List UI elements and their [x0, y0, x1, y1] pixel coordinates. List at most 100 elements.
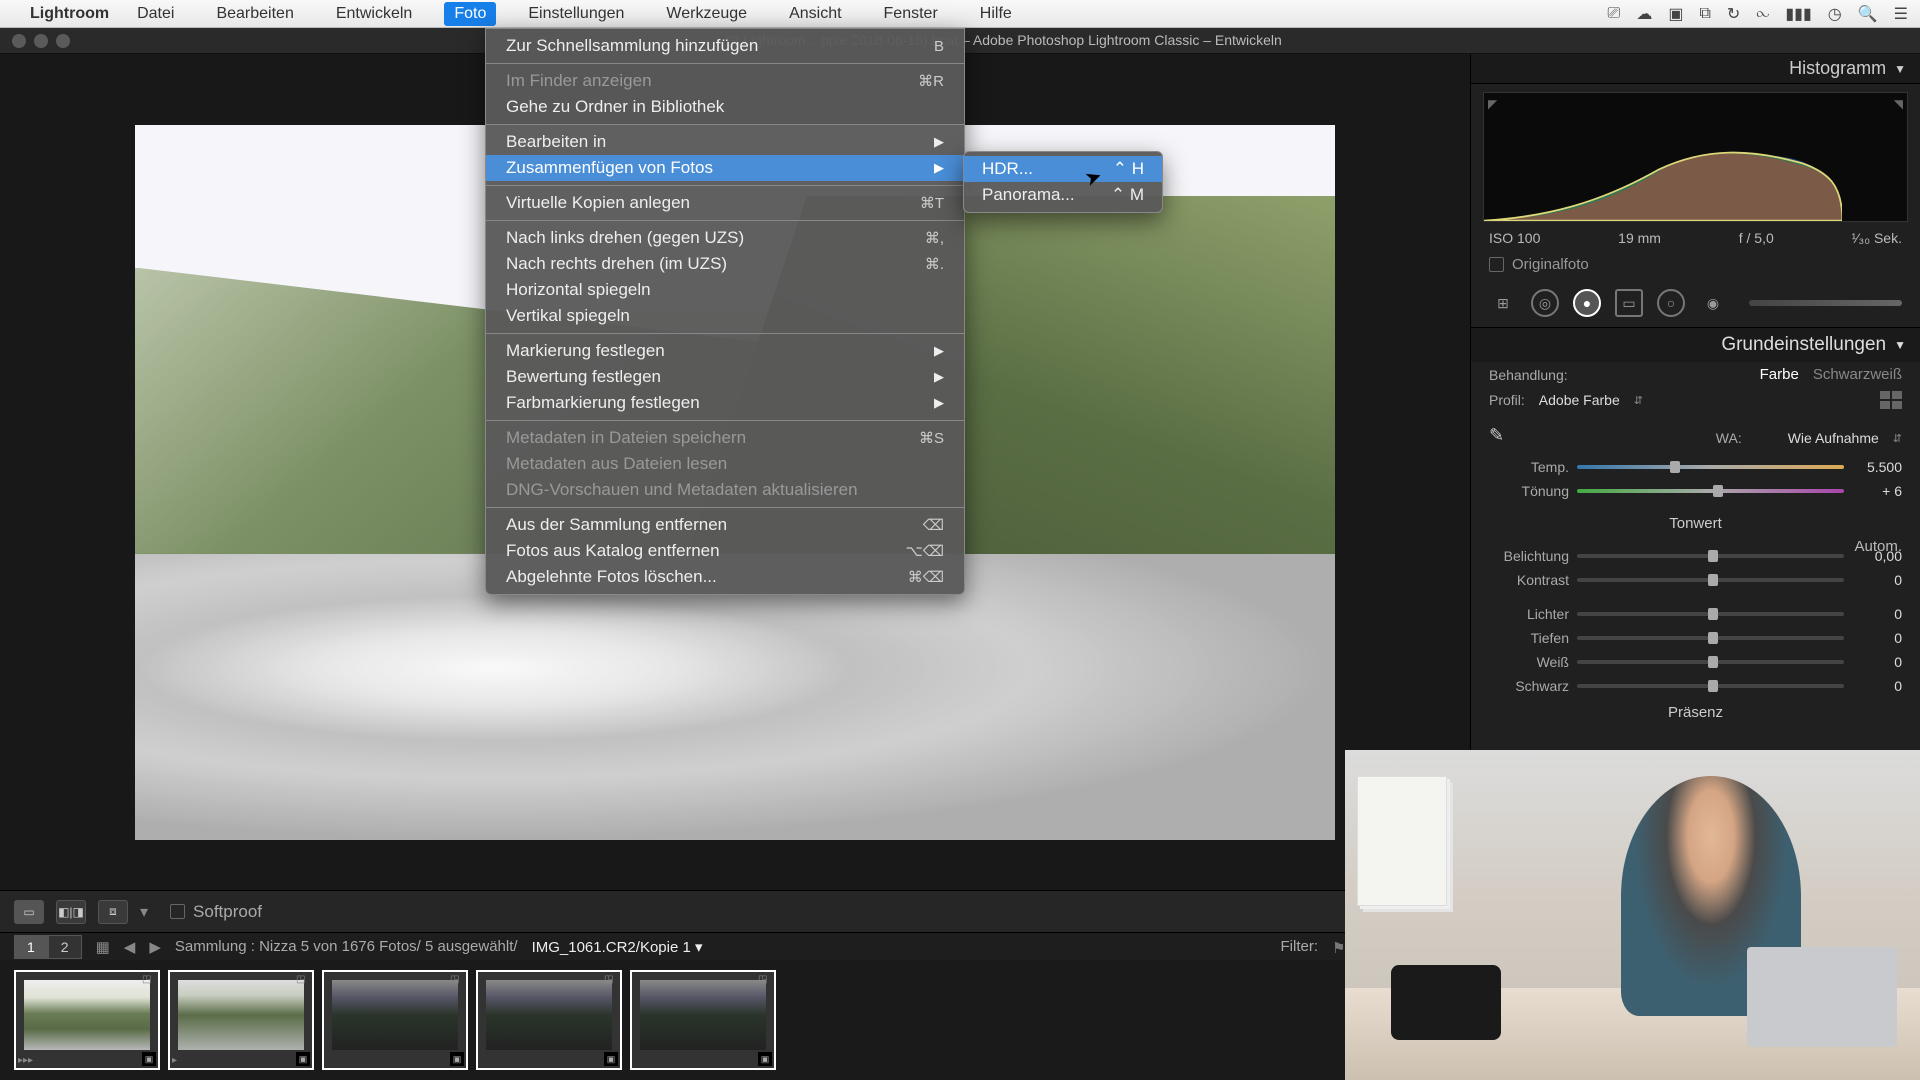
menu-datei[interactable]: Datei [127, 2, 184, 26]
mask-slider[interactable] [1749, 300, 1902, 306]
slider-value[interactable]: 0 [1852, 630, 1902, 646]
menu-entwickeln[interactable]: Entwickeln [326, 2, 422, 26]
tone-slider[interactable] [1577, 573, 1844, 587]
menu-werkzeuge[interactable]: Werkzeuge [656, 2, 757, 26]
thumbnail-5[interactable]: ◳▣ [630, 970, 776, 1070]
before-after-split-button[interactable]: ⧈ [98, 900, 128, 924]
current-file[interactable]: IMG_1061.CR2/Kopie 1 ▾ [532, 938, 703, 956]
grid-icon[interactable]: ▦ [96, 938, 110, 956]
monitor-2-tab[interactable]: 2 [48, 935, 82, 959]
histogram[interactable]: ◤ ◥ [1483, 92, 1908, 222]
menu-item[interactable]: Aus der Sammlung entfernen⌫ [486, 512, 964, 538]
tint-slider[interactable] [1577, 484, 1844, 498]
radial-tool[interactable]: ○ [1657, 289, 1685, 317]
menu-item[interactable]: Vertikal spiegeln [486, 303, 964, 329]
wb-value[interactable]: Wie Aufnahme [1788, 430, 1879, 446]
temp-label: Temp. [1489, 459, 1569, 475]
slider-value[interactable]: 0 [1852, 572, 1902, 588]
brush-tool[interactable]: ◉ [1699, 289, 1727, 317]
shadow-clip-icon[interactable]: ◤ [1488, 97, 1497, 111]
clock-icon[interactable]: ◷ [1828, 4, 1842, 24]
highlight-clip-icon[interactable]: ◥ [1894, 97, 1903, 111]
status-icon-2[interactable]: ▣ [1668, 4, 1683, 24]
spot-tool[interactable]: ◎ [1531, 289, 1559, 317]
menu-item[interactable]: Bewertung festlegen▶ [486, 364, 964, 390]
cc-icon[interactable]: ☁ [1636, 4, 1652, 24]
filmstrip[interactable]: ◳▣▸▸▸ ◳▣▸ ◳▣ ◳▣ ◳▣ [0, 960, 1470, 1080]
menu-item: Im Finder anzeigen⌘R [486, 68, 964, 94]
temp-value[interactable]: 5.500 [1852, 459, 1902, 475]
tint-value[interactable]: + 6 [1852, 483, 1902, 499]
slider-label: Tiefen [1489, 630, 1569, 646]
menu-item[interactable]: Bearbeiten in▶ [486, 129, 964, 155]
slider-value[interactable]: 0 [1852, 678, 1902, 694]
treatment-label: Behandlung: [1489, 367, 1568, 383]
histogram-title[interactable]: Histogramm [1789, 58, 1886, 79]
minimize-window-button[interactable] [34, 34, 48, 48]
menu-icon[interactable]: ☰ [1894, 4, 1908, 24]
menu-item[interactable]: Zur Schnellsammlung hinzufügenB [486, 33, 964, 59]
crop-tool[interactable]: ⊞ [1489, 289, 1517, 317]
exif-shutter: ¹⁄₃₀ Sek. [1852, 230, 1902, 246]
thumbnail-4[interactable]: ◳▣ [476, 970, 622, 1070]
submenu-item[interactable]: Panorama...⌃ M [964, 182, 1162, 208]
menu-item[interactable]: Markierung festlegen▶ [486, 338, 964, 364]
slider-label: Weiß [1489, 654, 1569, 670]
nav-back-icon[interactable]: ◀ [124, 938, 136, 956]
menu-item[interactable]: Nach links drehen (gegen UZS)⌘, [486, 225, 964, 251]
wifi-icon[interactable]: ⧜ [1756, 5, 1769, 23]
redeye-tool[interactable]: ● [1573, 289, 1601, 317]
treatment-color[interactable]: Farbe [1760, 366, 1799, 383]
close-window-button[interactable] [12, 34, 26, 48]
menu-hilfe[interactable]: Hilfe [970, 2, 1022, 26]
tool-strip: ⊞ ◎ ● ▭ ○ ◉ [1471, 279, 1920, 328]
monitor-1-tab[interactable]: 1 [14, 935, 48, 959]
tone-slider[interactable] [1577, 679, 1844, 693]
menu-item[interactable]: Horizontal spiegeln [486, 277, 964, 303]
tone-slider[interactable] [1577, 549, 1844, 563]
menu-foto[interactable]: Foto [444, 2, 496, 26]
zoom-window-button[interactable] [56, 34, 70, 48]
sync-icon[interactable]: ↻ [1727, 4, 1740, 24]
menu-fenster[interactable]: Fenster [874, 2, 948, 26]
menu-item[interactable]: Fotos aus Katalog entfernen⌥⌫ [486, 538, 964, 564]
menu-item[interactable]: Gehe zu Ordner in Bibliothek [486, 94, 964, 120]
profile-browser-icon[interactable] [1880, 391, 1902, 409]
nav-forward-icon[interactable]: ▶ [149, 938, 161, 956]
auto-tone-button[interactable]: Autom. [1854, 538, 1902, 555]
loupe-view-button[interactable]: ▭ [14, 900, 44, 924]
tone-slider[interactable] [1577, 655, 1844, 669]
thumbnail-2[interactable]: ◳▣▸ [168, 970, 314, 1070]
battery-icon[interactable]: ▮▮▮ [1785, 4, 1811, 24]
thumbnail-1[interactable]: ◳▣▸▸▸ [14, 970, 160, 1070]
menu-item[interactable]: Virtuelle Kopien anlegen⌘T [486, 190, 964, 216]
menu-bearbeiten[interactable]: Bearbeiten [206, 2, 303, 26]
app-name[interactable]: Lightroom [30, 5, 109, 23]
menu-item[interactable]: Nach rechts drehen (im UZS)⌘. [486, 251, 964, 277]
slider-value[interactable]: 0 [1852, 606, 1902, 622]
menu-item[interactable]: Zusammenfügen von Fotos▶ [486, 155, 964, 181]
menu-ansicht[interactable]: Ansicht [779, 2, 851, 26]
tone-slider[interactable] [1577, 607, 1844, 621]
submenu-item[interactable]: HDR...⌃ H [964, 156, 1162, 182]
profile-value[interactable]: Adobe Farbe [1539, 392, 1620, 408]
wb-eyedropper-icon[interactable]: ✎ [1489, 425, 1515, 451]
dropbox-icon[interactable]: ⧉ [1699, 5, 1710, 23]
originalfoto-checkbox[interactable] [1489, 257, 1504, 272]
thumbnail-3[interactable]: ◳▣ [322, 970, 468, 1070]
menu-item[interactable]: Abgelehnte Fotos löschen...⌘⌫ [486, 564, 964, 590]
temp-slider[interactable] [1577, 460, 1844, 474]
slider-value[interactable]: 0 [1852, 654, 1902, 670]
tone-slider[interactable] [1577, 631, 1844, 645]
before-after-button[interactable]: ◧|◨ [56, 900, 86, 924]
treatment-bw[interactable]: Schwarzweiß [1813, 366, 1902, 383]
gradient-tool[interactable]: ▭ [1615, 289, 1643, 317]
status-icon[interactable]: ⎚ [1608, 5, 1621, 23]
menu-item[interactable]: Farbmarkierung festlegen▶ [486, 390, 964, 416]
softproof-checkbox[interactable] [170, 904, 185, 919]
spotlight-icon[interactable]: 🔍 [1858, 4, 1878, 24]
merge-photos-submenu: HDR...⌃ HPanorama...⌃ M [963, 151, 1163, 213]
basic-panel-title[interactable]: Grundeinstellungen [1721, 334, 1886, 356]
softproof-label: Softproof [193, 902, 262, 922]
menu-einstellungen[interactable]: Einstellungen [518, 2, 634, 26]
